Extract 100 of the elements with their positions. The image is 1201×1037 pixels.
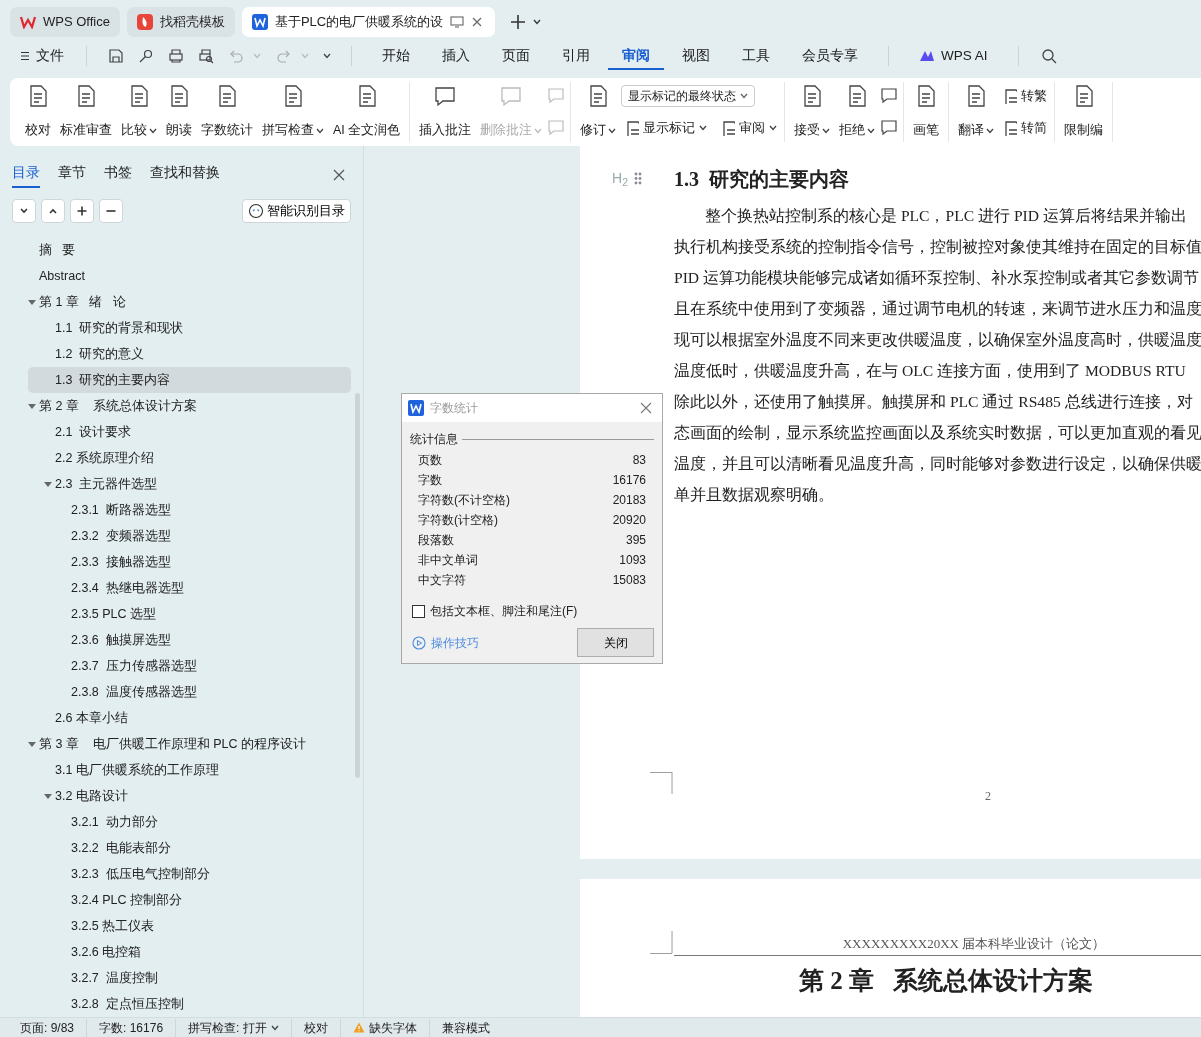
print-preview-icon[interactable] <box>198 48 214 64</box>
ribbon-button[interactable]: 转繁 <box>999 85 1050 107</box>
expand-arrow-icon[interactable] <box>28 402 36 410</box>
toc-item[interactable]: 1.2 研究的意义 <box>28 341 351 367</box>
ribbon-button[interactable]: 转简 <box>999 117 1050 139</box>
toc-item[interactable]: 1.1 研究的背景和现状 <box>28 315 351 341</box>
ai-tab[interactable]: WPS AI <box>905 41 1002 71</box>
ribbon-tab[interactable]: 会员专享 <box>788 41 872 71</box>
heading-marker: H$_{2}$ <box>612 169 628 189</box>
drag-handle-icon[interactable] <box>633 172 642 185</box>
ribbon-button[interactable]: 显示标记 <box>621 117 710 139</box>
status-item[interactable]: 缺失字体 <box>340 1018 430 1037</box>
toc-item[interactable]: 2.3.2 变频器选型 <box>28 523 351 549</box>
sidebar-tab[interactable]: 书签 <box>104 161 132 188</box>
sidebar-tab[interactable]: 查找和替换 <box>150 161 220 188</box>
toc-item[interactable]: 第 1 章 绪 论 <box>28 289 351 315</box>
toc-item[interactable]: 2.3 主元器件选型 <box>28 471 351 497</box>
menu-icon <box>20 51 30 61</box>
ribbon-button[interactable]: 修订 <box>576 82 621 142</box>
toc-item[interactable]: 3.2.6 电控箱 <box>28 939 351 965</box>
window-tab[interactable]: 找稻壳模板 <box>126 6 235 37</box>
ribbon-button[interactable]: 画笔 <box>909 82 944 142</box>
ribbon-button[interactable]: 翻译 <box>954 82 999 142</box>
toc-item[interactable]: Abstract <box>28 263 351 289</box>
smart-toc-button[interactable]: 智能识别目录 <box>242 199 351 223</box>
toc-item[interactable]: 第 2 章 系统总体设计方案 <box>28 393 351 419</box>
toc-item[interactable]: 2.3.4 热继电器选型 <box>28 575 351 601</box>
ribbon-button[interactable]: 标准审查 <box>56 82 116 142</box>
status-item[interactable]: 页面: 9/83 <box>8 1018 88 1037</box>
toc-item[interactable]: 2.3.7 压力传感器选型 <box>28 653 351 679</box>
toc-item[interactable]: 3.2.1 动力部分 <box>28 809 351 835</box>
window-tab[interactable]: WPS Office <box>10 6 120 37</box>
toc-item[interactable]: 3.1 电厂供暖系统的工作原理 <box>28 757 351 783</box>
toc-item[interactable]: 3.2.5 热工仪表 <box>28 913 351 939</box>
toc-item[interactable]: 第 3 章 电厂供暖工作原理和 PLC 的程序设计 <box>28 731 351 757</box>
ribbon-tab[interactable]: 插入 <box>428 41 484 71</box>
markup-dropdown[interactable]: 显示标记的最终状态 <box>621 85 756 108</box>
checkbox[interactable] <box>412 604 425 618</box>
expand-arrow-icon[interactable] <box>28 298 36 306</box>
toc-item[interactable]: 1.3 研究的主要内容 <box>28 367 351 393</box>
save-icon[interactable] <box>108 48 124 64</box>
status-item[interactable]: 兼容模式 <box>429 1018 502 1037</box>
ribbon-button[interactable]: 限制编 <box>1060 82 1108 142</box>
ribbon-button[interactable]: 接受 <box>790 82 835 142</box>
status-item[interactable]: 字数: 16176 <box>87 1018 177 1037</box>
scrollbar[interactable] <box>355 393 360 778</box>
ribbon-button[interactable]: 朗读 <box>162 82 196 142</box>
toc-item[interactable]: 2.3.8 温度传感器选型 <box>28 679 351 705</box>
toc-item[interactable]: 摘 要 <box>28 237 351 263</box>
toc-item[interactable]: 3.2.4 PLC 控制部分 <box>28 887 351 913</box>
ribbon-button[interactable]: 插入批注 <box>415 82 476 142</box>
stat-label: 字数 <box>418 472 442 489</box>
sidebar-tab[interactable]: 目录 <box>12 161 40 188</box>
toc-item[interactable]: 2.3.6 触摸屏选型 <box>28 627 351 653</box>
toc-item[interactable]: 2.3.5 PLC 选型 <box>28 601 351 627</box>
close-button[interactable]: 关闭 <box>577 628 654 657</box>
ribbon-button[interactable]: 拼写检查 <box>258 82 328 142</box>
ribbon-tab[interactable]: 开始 <box>368 41 424 71</box>
next-icon[interactable] <box>19 206 29 216</box>
expand-arrow-icon[interactable] <box>44 792 52 800</box>
add-tab-icon[interactable] <box>510 13 527 30</box>
toc-item[interactable]: 3.2.8 定点恒压控制 <box>28 991 351 1017</box>
ribbon-button[interactable]: 拒绝 <box>835 82 880 142</box>
expand-arrow-icon[interactable] <box>28 740 36 748</box>
stat-label: 页数 <box>418 452 442 469</box>
ribbon-tab[interactable]: 审阅 <box>608 41 664 71</box>
toc-item[interactable]: 2.3.3 接触器选型 <box>28 549 351 575</box>
ribbon-button[interactable]: 比较 <box>117 82 161 142</box>
close-icon[interactable] <box>333 168 345 181</box>
toc-item[interactable]: 2.1 设计要求 <box>28 419 351 445</box>
comment-arrow-icon[interactable] <box>880 87 899 105</box>
toc-item[interactable]: 2.3.1 断路器选型 <box>28 497 351 523</box>
ribbon-tab[interactable]: 视图 <box>668 41 724 71</box>
toc-item[interactable]: 3.2.2 电能表部分 <box>28 835 351 861</box>
status-item[interactable]: 拼写检查: 打开 <box>176 1018 292 1037</box>
print-icon[interactable] <box>168 48 184 64</box>
ribbon-button[interactable]: 审阅 <box>717 117 780 139</box>
ribbon-button[interactable]: 字数统计 <box>197 82 257 142</box>
ribbon-tab[interactable]: 工具 <box>728 41 784 71</box>
toc-item[interactable]: 3.2 电路设计 <box>28 783 351 809</box>
ribbon-button[interactable]: AI 全文润色 <box>329 82 405 142</box>
search-icon[interactable] <box>1040 48 1057 64</box>
file-menu[interactable]: 文件 <box>14 41 70 71</box>
close-icon[interactable] <box>640 402 652 414</box>
add-icon[interactable] <box>77 206 87 216</box>
previous-icon[interactable] <box>48 206 58 216</box>
status-item[interactable]: 校对 <box>291 1018 341 1037</box>
toc-item[interactable]: 3.2.3 低压电气控制部分 <box>28 861 351 887</box>
ribbon-tab[interactable]: 引用 <box>548 41 604 71</box>
ribbon-button[interactable]: 校对 <box>21 82 55 142</box>
expand-arrow-icon[interactable] <box>44 480 52 488</box>
close-icon[interactable] <box>471 15 484 28</box>
comment-arrow-icon[interactable] <box>880 119 899 137</box>
ribbon-tab[interactable]: 页面 <box>488 41 544 71</box>
checkbox-label[interactable]: 包括文本框、脚注和尾注(F) <box>430 602 578 620</box>
toc-item[interactable]: 3.2.7 温度控制 <box>28 965 351 991</box>
toc-item[interactable]: 2.2 系统原理介绍 <box>28 445 351 471</box>
toc-item[interactable]: 2.6 本章小结 <box>28 705 351 731</box>
sidebar-tab[interactable]: 章节 <box>58 161 86 188</box>
window-tab[interactable]: 基于PLC的电厂供暖系统的设 <box>241 6 496 37</box>
